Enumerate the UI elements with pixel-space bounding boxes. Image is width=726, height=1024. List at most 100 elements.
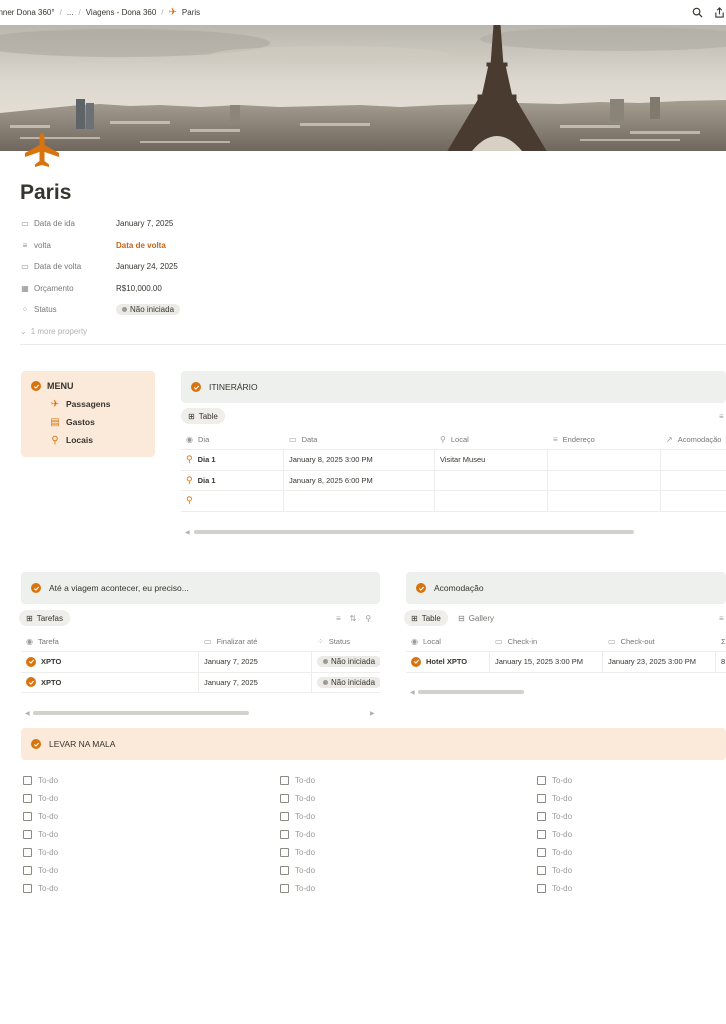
todo-item[interactable]: To-do: [280, 807, 315, 825]
todo-label[interactable]: To-do: [552, 866, 572, 875]
checkbox[interactable]: [537, 883, 546, 893]
column-header-checkout[interactable]: ▭ Check-out: [603, 632, 716, 651]
todo-label[interactable]: To-do: [38, 848, 58, 857]
todo-item[interactable]: To-do: [537, 771, 572, 789]
table-cell[interactable]: [661, 471, 726, 491]
column-header-checkin[interactable]: ▭ Check-in: [490, 632, 603, 651]
todo-label[interactable]: To-do: [295, 884, 315, 893]
todo-item[interactable]: To-do: [23, 879, 58, 897]
todo-item[interactable]: To-do: [23, 789, 58, 807]
todo-label[interactable]: To-do: [552, 848, 572, 857]
checkbox[interactable]: [280, 865, 289, 875]
todo-item[interactable]: To-do: [23, 807, 58, 825]
table-row[interactable]: XPTO January 7, 2025 Não iniciada: [21, 672, 380, 693]
todo-label[interactable]: To-do: [38, 794, 58, 803]
todo-label[interactable]: To-do: [295, 794, 315, 803]
property-data-de-volta[interactable]: ▭ Data de volta January 24, 2025: [20, 256, 420, 278]
checkbox[interactable]: [280, 847, 289, 857]
checkbox[interactable]: [23, 847, 32, 857]
todo-label[interactable]: To-do: [38, 812, 58, 821]
todo-label[interactable]: To-do: [295, 866, 315, 875]
todo-label[interactable]: To-do: [552, 830, 572, 839]
checkbox[interactable]: [280, 829, 289, 839]
table-cell[interactable]: January 23, 2025 3:00 PM: [603, 652, 716, 672]
column-header-tarefa[interactable]: ◉ Tarefa: [21, 632, 199, 651]
todo-item[interactable]: To-do: [23, 843, 58, 861]
todo-label[interactable]: To-do: [38, 884, 58, 893]
checkbox[interactable]: [23, 775, 32, 785]
scroll-left-arrow[interactable]: ◀: [25, 710, 30, 717]
column-header-local[interactable]: ◉ Local: [406, 632, 490, 651]
checkbox[interactable]: [537, 865, 546, 875]
table-cell[interactable]: [435, 470, 548, 490]
todo-label[interactable]: To-do: [552, 776, 572, 785]
todo-item[interactable]: To-do: [537, 879, 572, 897]
todo-label[interactable]: To-do: [552, 884, 572, 893]
cover-image[interactable]: [0, 25, 726, 151]
checkbox[interactable]: [23, 865, 32, 875]
todo-item[interactable]: To-do: [280, 861, 315, 879]
table-cell[interactable]: [661, 450, 726, 470]
todo-item[interactable]: To-do: [537, 807, 572, 825]
breadcrumb-item-ellipsis[interactable]: ...: [67, 8, 74, 17]
page-title[interactable]: Paris: [20, 181, 71, 205]
column-header-acomodacao[interactable]: ↗ Acomodação: [661, 430, 726, 449]
checkbox[interactable]: [23, 793, 32, 803]
todo-label[interactable]: To-do: [295, 812, 315, 821]
table-cell[interactable]: Visitar Museu: [435, 450, 548, 470]
todo-item[interactable]: To-do: [23, 771, 58, 789]
property-data-de-ida[interactable]: ▭ Data de ida January 7, 2025: [20, 213, 420, 235]
table-cell[interactable]: [548, 470, 661, 490]
column-header-finalizar[interactable]: ▭ Finalizar até: [199, 632, 312, 651]
property-status[interactable]: ⁘ Status Não iniciada: [20, 299, 420, 321]
checkbox[interactable]: [537, 847, 546, 857]
checkbox[interactable]: [537, 793, 546, 803]
more-properties-toggle[interactable]: ⌄ 1 more property: [20, 321, 420, 343]
table-cell[interactable]: [548, 450, 661, 470]
tab-table[interactable]: ⊞ Table: [404, 610, 448, 626]
table-row[interactable]: Hotel XPTO January 15, 2025 3:00 PM Janu…: [406, 652, 726, 673]
checkbox[interactable]: [280, 811, 289, 821]
property-volta[interactable]: ≡ volta Data de volta: [20, 235, 420, 257]
menu-item-locais[interactable]: ⚲ Locais: [31, 431, 145, 449]
column-header-endereco[interactable]: ≡ Endereço: [548, 430, 661, 449]
todo-item[interactable]: To-do: [280, 843, 315, 861]
sort-icon[interactable]: ⇅: [350, 614, 357, 623]
column-header-dia[interactable]: ◉ Dia: [181, 430, 284, 449]
todo-item[interactable]: To-do: [280, 789, 315, 807]
scroll-left-arrow[interactable]: ◀: [410, 689, 415, 696]
todo-item[interactable]: To-do: [23, 861, 58, 879]
status-badge[interactable]: Não iniciada: [116, 304, 181, 316]
scroll-left-arrow[interactable]: ◀: [185, 529, 190, 536]
todo-label[interactable]: To-do: [552, 794, 572, 803]
scroll-right-arrow[interactable]: ▶: [370, 710, 375, 717]
property-value[interactable]: Data de volta: [116, 241, 166, 250]
todo-label[interactable]: To-do: [38, 866, 58, 875]
table-cell[interactable]: January 7, 2025: [199, 652, 312, 672]
filter-icon[interactable]: ≡: [336, 614, 341, 623]
todo-item[interactable]: To-do: [537, 861, 572, 879]
todo-label[interactable]: To-do: [295, 776, 315, 785]
horizontal-scrollbar[interactable]: [418, 690, 524, 694]
breadcrumb-item-viagens[interactable]: Viagens - Dona 360: [86, 8, 157, 17]
checkbox[interactable]: [537, 811, 546, 821]
todo-label[interactable]: To-do: [38, 830, 58, 839]
checkbox[interactable]: [280, 775, 289, 785]
tab-gallery[interactable]: ⊟ Gallery: [458, 610, 494, 626]
todo-item[interactable]: To-do: [537, 843, 572, 861]
table-row[interactable]: ⚲ Dia 1 January 8, 2025 3:00 PM Visitar M…: [181, 450, 726, 471]
tab-table[interactable]: ⊞ Table: [181, 408, 225, 424]
table-row[interactable]: ⚲ Dia 1 January 8, 2025 6:00 PM: [181, 470, 726, 491]
table-cell[interactable]: January 8, 2025 3:00 PM: [284, 450, 435, 470]
tab-tarefas[interactable]: ⊞ Tarefas: [19, 610, 70, 626]
property-value[interactable]: R$10,000.00: [116, 284, 162, 293]
todo-item[interactable]: To-do: [280, 771, 315, 789]
checkbox[interactable]: [537, 829, 546, 839]
table-cell[interactable]: 8: [716, 652, 726, 672]
todo-item[interactable]: To-do: [280, 825, 315, 843]
status-badge[interactable]: Não iniciada: [317, 676, 380, 688]
checkbox[interactable]: [537, 775, 546, 785]
column-header-status[interactable]: ⁘ Status: [312, 632, 380, 651]
property-orcamento[interactable]: ▦ Orçamento R$10,000.00: [20, 278, 420, 300]
checkbox[interactable]: [23, 829, 32, 839]
